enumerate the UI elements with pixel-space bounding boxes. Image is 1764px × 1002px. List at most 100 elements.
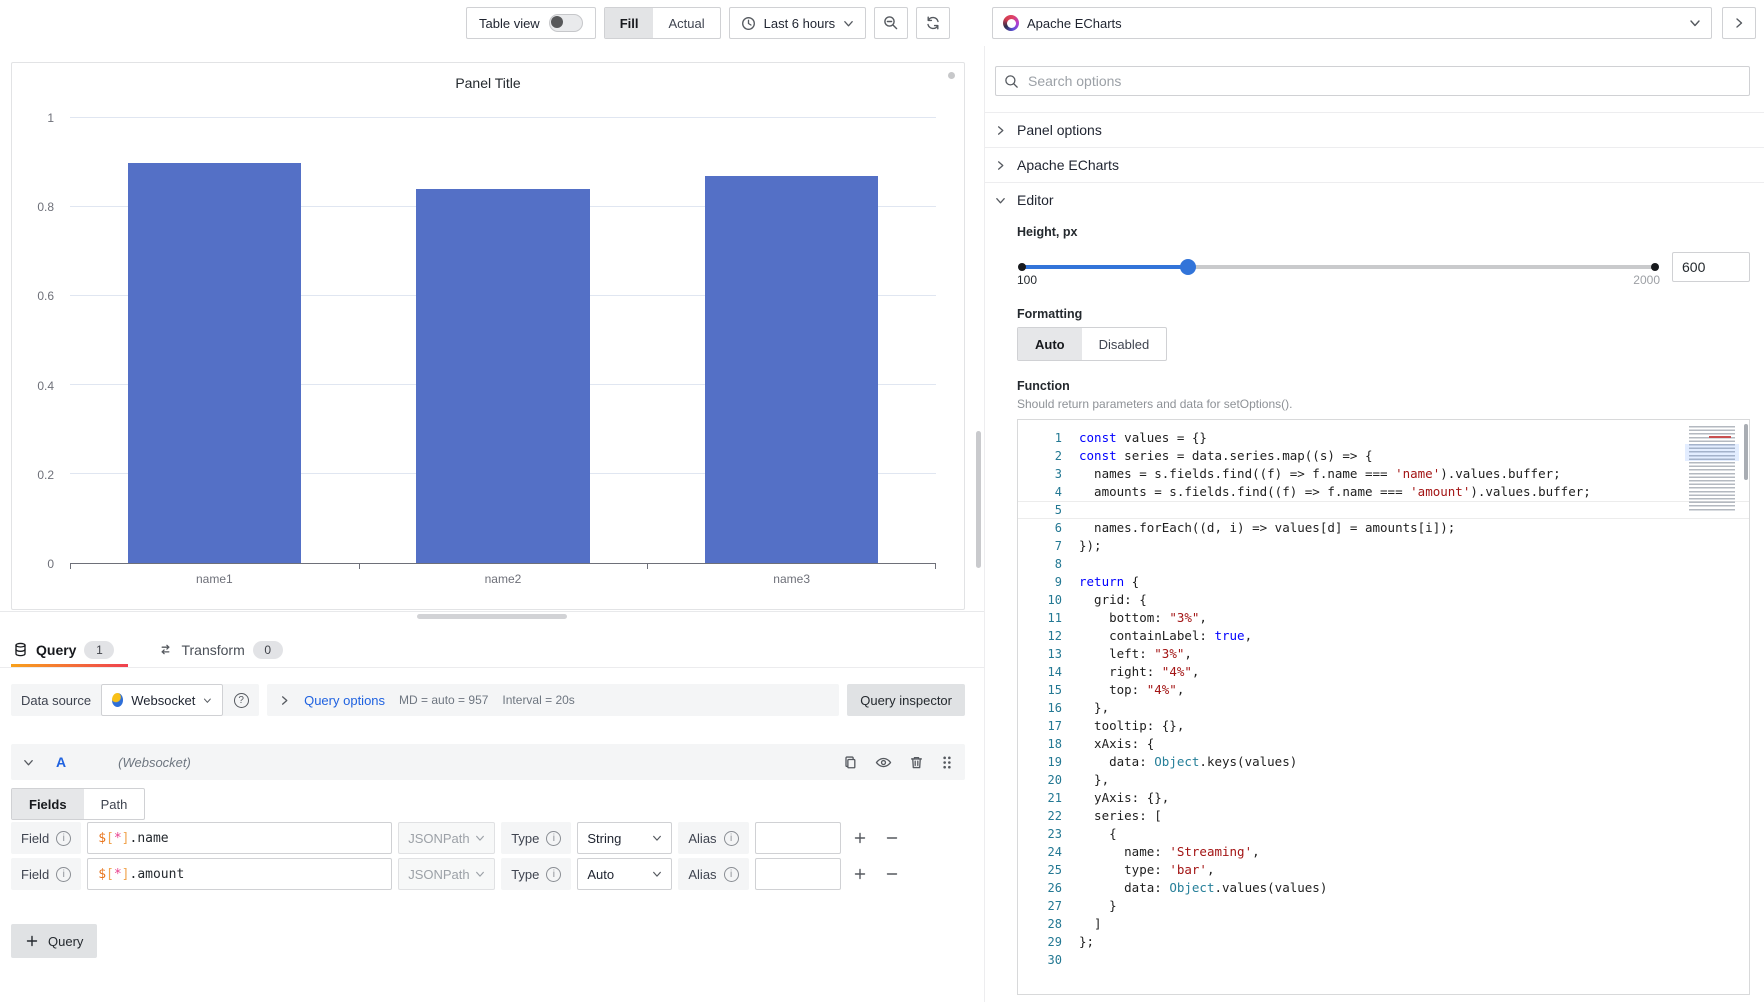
- zoom-out-icon: [883, 15, 899, 31]
- remove-field-button[interactable]: [879, 822, 905, 854]
- parser-select[interactable]: JSONPath: [398, 822, 495, 854]
- slider-min-dot: [1018, 263, 1026, 271]
- field-row: Fieldi $[*].name JSONPath Typei String A…: [11, 822, 905, 854]
- echarts-logo-icon: [1003, 15, 1019, 31]
- height-value-input[interactable]: [1672, 252, 1750, 282]
- x-axis-label: name2: [359, 572, 648, 586]
- height-label: Height, px: [1017, 225, 1750, 239]
- chevron-down-icon: [652, 869, 662, 879]
- type-select[interactable]: String: [577, 822, 672, 854]
- options-sections: Panel options Apache ECharts Editor: [985, 112, 1764, 217]
- slider-max-label: 2000: [1633, 273, 1660, 287]
- alias-input[interactable]: [755, 822, 841, 854]
- table-view-switch[interactable]: [549, 14, 583, 32]
- info-circle-icon: i: [56, 831, 71, 846]
- websocket-datasource-icon: [112, 693, 123, 707]
- query-options-link[interactable]: Query options: [304, 693, 385, 708]
- datasource-value: Websocket: [131, 693, 195, 708]
- chevron-down-icon: [1689, 17, 1701, 29]
- minimap-viewport: [1685, 444, 1739, 461]
- y-axis: 00.20.40.60.81: [12, 118, 64, 564]
- drag-handle-icon[interactable]: [941, 755, 953, 770]
- info-circle-icon: i: [546, 831, 561, 846]
- chevron-down-icon[interactable]: [23, 757, 34, 768]
- visualization-select[interactable]: Apache ECharts: [992, 7, 1712, 39]
- section-label: Panel options: [1017, 122, 1102, 138]
- field-label: Fieldi: [11, 858, 81, 890]
- code-editor[interactable]: 1const values = {}2const series = data.s…: [1017, 419, 1750, 995]
- remove-field-button[interactable]: [879, 858, 905, 890]
- options-search[interactable]: [995, 66, 1750, 96]
- parser-select[interactable]: JSONPath: [398, 858, 495, 890]
- refresh-button[interactable]: [916, 7, 950, 39]
- max-datapoints-text: MD = auto = 957: [399, 693, 488, 707]
- slider-track[interactable]: [1021, 265, 1656, 269]
- code-lines[interactable]: 1const values = {}2const series = data.s…: [1018, 420, 1749, 969]
- field-path-input[interactable]: $[*].amount: [87, 858, 392, 890]
- x-axis-label: name3: [647, 572, 936, 586]
- query-row-header[interactable]: A (Websocket): [11, 744, 965, 780]
- add-field-button[interactable]: [847, 858, 873, 890]
- code-minimap[interactable]: [1689, 426, 1735, 512]
- function-label: Function: [1017, 379, 1750, 393]
- tab-transform-label: Transform: [181, 642, 244, 658]
- top-toolbar: Table view Fill Actual Last 6 hours Apac…: [0, 0, 1764, 46]
- options-search-input[interactable]: [1026, 72, 1741, 90]
- fill-actual-segmented: Fill Actual: [604, 7, 721, 39]
- chart-panel: Panel Title 00.20.40.60.81 name1name2nam…: [11, 62, 965, 610]
- formatting-auto-button[interactable]: Auto: [1018, 328, 1082, 360]
- function-description: Should return parameters and data for se…: [1017, 397, 1750, 411]
- query-inspector-button[interactable]: Query inspector: [847, 684, 965, 716]
- minus-icon: [885, 867, 899, 881]
- query-count-badge: 1: [84, 641, 114, 659]
- toggle-knob: [551, 16, 563, 28]
- section-apache-echarts[interactable]: Apache ECharts: [985, 147, 1764, 182]
- datasource-label: Data source: [11, 684, 101, 716]
- actual-button[interactable]: Actual: [653, 8, 719, 38]
- table-view-toggle[interactable]: Table view: [466, 7, 596, 39]
- bar-name2: [416, 189, 589, 563]
- left-pane-scrollbar[interactable]: [976, 431, 981, 568]
- datasource-row: Data source Websocket ? Query options MD…: [11, 684, 965, 716]
- plus-icon: [25, 934, 39, 948]
- datasource-select[interactable]: Websocket: [101, 684, 223, 716]
- type-label: Typei: [501, 858, 571, 890]
- tab-query-label: Query: [36, 642, 76, 658]
- panel-toolbar-controls: Table view Fill Actual Last 6 hours: [466, 7, 950, 39]
- panel-title[interactable]: Panel Title: [12, 75, 964, 91]
- tab-transform[interactable]: Transform 0: [156, 632, 296, 667]
- visualization-name: Apache ECharts: [1027, 16, 1122, 31]
- add-field-button[interactable]: [847, 822, 873, 854]
- add-query-button[interactable]: Query: [11, 924, 97, 958]
- database-icon: [13, 642, 28, 657]
- formatting-disabled-button[interactable]: Disabled: [1082, 328, 1167, 360]
- eye-icon[interactable]: [875, 755, 892, 770]
- collapse-options-button[interactable]: [1722, 7, 1756, 39]
- formatting-label: Formatting: [1017, 307, 1750, 321]
- fill-button[interactable]: Fill: [605, 8, 654, 38]
- options-pane: Panel options Apache ECharts Editor Heig…: [984, 46, 1764, 1002]
- path-tab[interactable]: Path: [84, 789, 145, 819]
- alias-input[interactable]: [755, 858, 841, 890]
- question-circle-icon: ?: [234, 693, 249, 708]
- trash-icon[interactable]: [909, 755, 924, 770]
- x-axis-label: name1: [70, 572, 359, 586]
- datasource-help-button[interactable]: ?: [223, 684, 259, 716]
- code-scrollbar[interactable]: [1744, 424, 1748, 480]
- field-path-input[interactable]: $[*].name: [87, 822, 392, 854]
- tab-query[interactable]: Query 1: [11, 632, 128, 667]
- time-range-picker[interactable]: Last 6 hours: [729, 7, 867, 39]
- section-editor[interactable]: Editor: [985, 182, 1764, 217]
- duplicate-icon[interactable]: [843, 755, 858, 770]
- resize-handle[interactable]: [417, 614, 567, 619]
- fields-tab[interactable]: Fields: [12, 789, 84, 819]
- pane-divider: [0, 611, 984, 612]
- type-select[interactable]: Auto: [577, 858, 672, 890]
- minimap-mark: [1709, 436, 1731, 438]
- zoom-out-button[interactable]: [874, 7, 908, 39]
- alias-label: Aliasi: [678, 858, 748, 890]
- field-label: Fieldi: [11, 822, 81, 854]
- slider-handle[interactable]: [1180, 259, 1196, 275]
- height-slider[interactable]: 100 2000: [1017, 251, 1660, 283]
- section-panel-options[interactable]: Panel options: [985, 112, 1764, 147]
